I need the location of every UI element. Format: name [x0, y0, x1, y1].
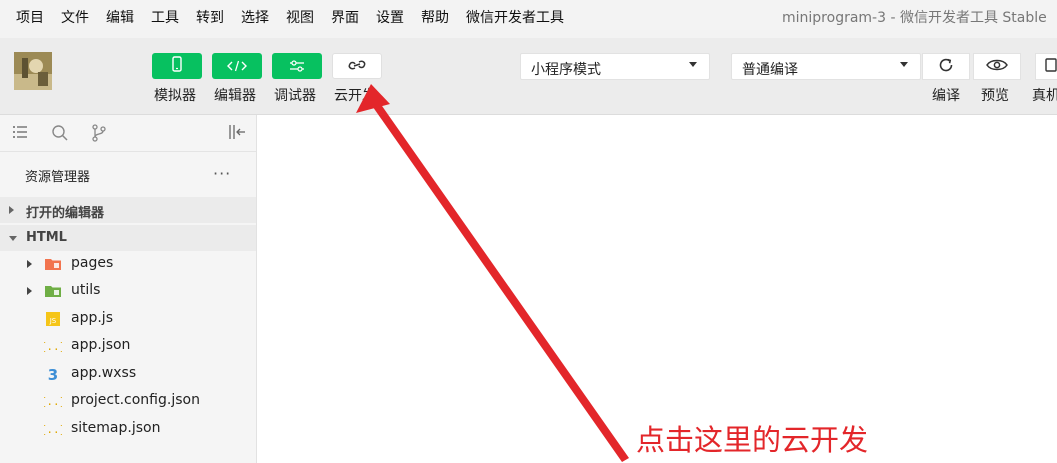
file-name: utils [71, 282, 101, 298]
json-file-icon: {..} [40, 421, 67, 437]
file-row-app-js[interactable]: JS app.js [0, 306, 256, 333]
json-file-icon: {..} [40, 338, 67, 354]
chevron-down-icon [900, 62, 908, 67]
device-icon [1044, 57, 1057, 77]
menu-edit[interactable]: 编辑 [106, 9, 134, 27]
chevron-right-icon [27, 260, 32, 268]
file-row-pages[interactable]: pages [0, 251, 256, 278]
menu-tools[interactable]: 工具 [151, 9, 179, 27]
annotation-text: 点击这里的云开发 [636, 423, 869, 457]
menu-file[interactable]: 文件 [61, 9, 89, 27]
mode-select[interactable]: 小程序模式 [520, 53, 710, 80]
compile-button[interactable] [922, 53, 970, 80]
eye-icon [986, 57, 1008, 76]
window-title: miniprogram-3 - 微信开发者工具 Stable [782, 10, 1047, 26]
code-icon [227, 57, 247, 76]
svg-text:{..}: {..} [44, 423, 62, 436]
file-row-utils[interactable]: utils [0, 278, 256, 305]
compile-select[interactable]: 普通编译 [731, 53, 921, 80]
svg-text:3: 3 [48, 366, 58, 382]
debugger-button[interactable] [272, 53, 322, 79]
sidebar: 资源管理器 ··· 打开的编辑器 HTML pages utils JS app… [0, 115, 257, 463]
folder-orange-icon [44, 256, 62, 272]
phone-icon [170, 56, 184, 76]
search-icon[interactable] [51, 124, 69, 146]
json-file-icon: {..} [40, 393, 67, 409]
project-section[interactable]: HTML [0, 225, 256, 251]
devtools-window: 项目 文件 编辑 工具 转到 选择 视图 界面 设置 帮助 微信开发者工具 mi… [0, 0, 1057, 463]
cloud-dev-label: 云开发 [334, 88, 376, 104]
menu-help[interactable]: 帮助 [421, 9, 449, 27]
editor-button[interactable] [212, 53, 262, 79]
real-device-label: 真机 [1032, 88, 1057, 104]
project-title: HTML [26, 230, 67, 245]
menu-settings[interactable]: 设置 [376, 9, 404, 27]
mode-select-value: 小程序模式 [531, 62, 601, 78]
sidebar-tabs [0, 115, 256, 152]
compile-label: 编译 [932, 88, 960, 104]
file-name: app.js [71, 310, 113, 326]
source-control-icon[interactable] [91, 124, 107, 146]
js-file-icon: JS [44, 311, 62, 327]
debugger-label: 调试器 [274, 88, 316, 104]
chevron-down-icon [689, 62, 697, 67]
preview-label: 预览 [981, 88, 1009, 104]
menu-goto[interactable]: 转到 [196, 9, 224, 27]
menu-bar: 项目 文件 编辑 工具 转到 选择 视图 界面 设置 帮助 微信开发者工具 mi… [0, 0, 1057, 38]
simulator-label: 模拟器 [154, 88, 196, 104]
open-editors-section[interactable]: 打开的编辑器 [0, 197, 256, 223]
chevron-down-icon [9, 236, 17, 241]
file-name: project.config.json [71, 392, 200, 408]
simulator-button[interactable] [152, 53, 202, 79]
preview-button[interactable] [973, 53, 1021, 80]
sliders-icon [289, 57, 305, 76]
cloud-dev-button[interactable] [332, 53, 382, 79]
compile-select-value: 普通编译 [742, 62, 798, 78]
chevron-right-icon [27, 287, 32, 295]
menu-wechat-devtools[interactable]: 微信开发者工具 [466, 9, 564, 27]
svg-text:JS: JS [49, 317, 57, 325]
editor-area[interactable] [257, 115, 1057, 463]
svg-text:{..}: {..} [44, 395, 62, 408]
avatar[interactable] [14, 52, 52, 90]
menu-interface[interactable]: 界面 [331, 9, 359, 27]
file-row-app-json[interactable]: {..} app.json [0, 333, 256, 360]
file-name: pages [71, 255, 114, 271]
file-row-project-config[interactable]: {..} project.config.json [0, 388, 256, 415]
refresh-icon [937, 56, 955, 78]
file-name: app.wxss [71, 365, 137, 381]
collapse-sidebar-icon[interactable] [228, 124, 246, 144]
file-row-sitemap[interactable]: {..} sitemap.json [0, 416, 256, 443]
file-row-app-wxss[interactable]: 3 app.wxss [0, 361, 256, 388]
explorer-title: 资源管理器 [25, 170, 91, 185]
file-name: app.json [71, 337, 131, 353]
cloud-link-icon [347, 57, 367, 76]
chevron-right-icon [9, 206, 14, 214]
more-icon[interactable]: ··· [213, 164, 231, 183]
folder-green-icon [44, 283, 62, 299]
svg-text:{..}: {..} [44, 340, 62, 353]
menu-project[interactable]: 项目 [16, 9, 44, 27]
real-device-button[interactable] [1035, 53, 1057, 80]
menu-view[interactable]: 视图 [286, 9, 314, 27]
css-file-icon: 3 [44, 366, 62, 384]
file-name: sitemap.json [71, 420, 161, 436]
editor-label: 编辑器 [214, 88, 256, 104]
menu-select[interactable]: 选择 [241, 9, 269, 27]
open-editors-title: 打开的编辑器 [26, 206, 105, 221]
list-icon[interactable] [12, 124, 28, 144]
